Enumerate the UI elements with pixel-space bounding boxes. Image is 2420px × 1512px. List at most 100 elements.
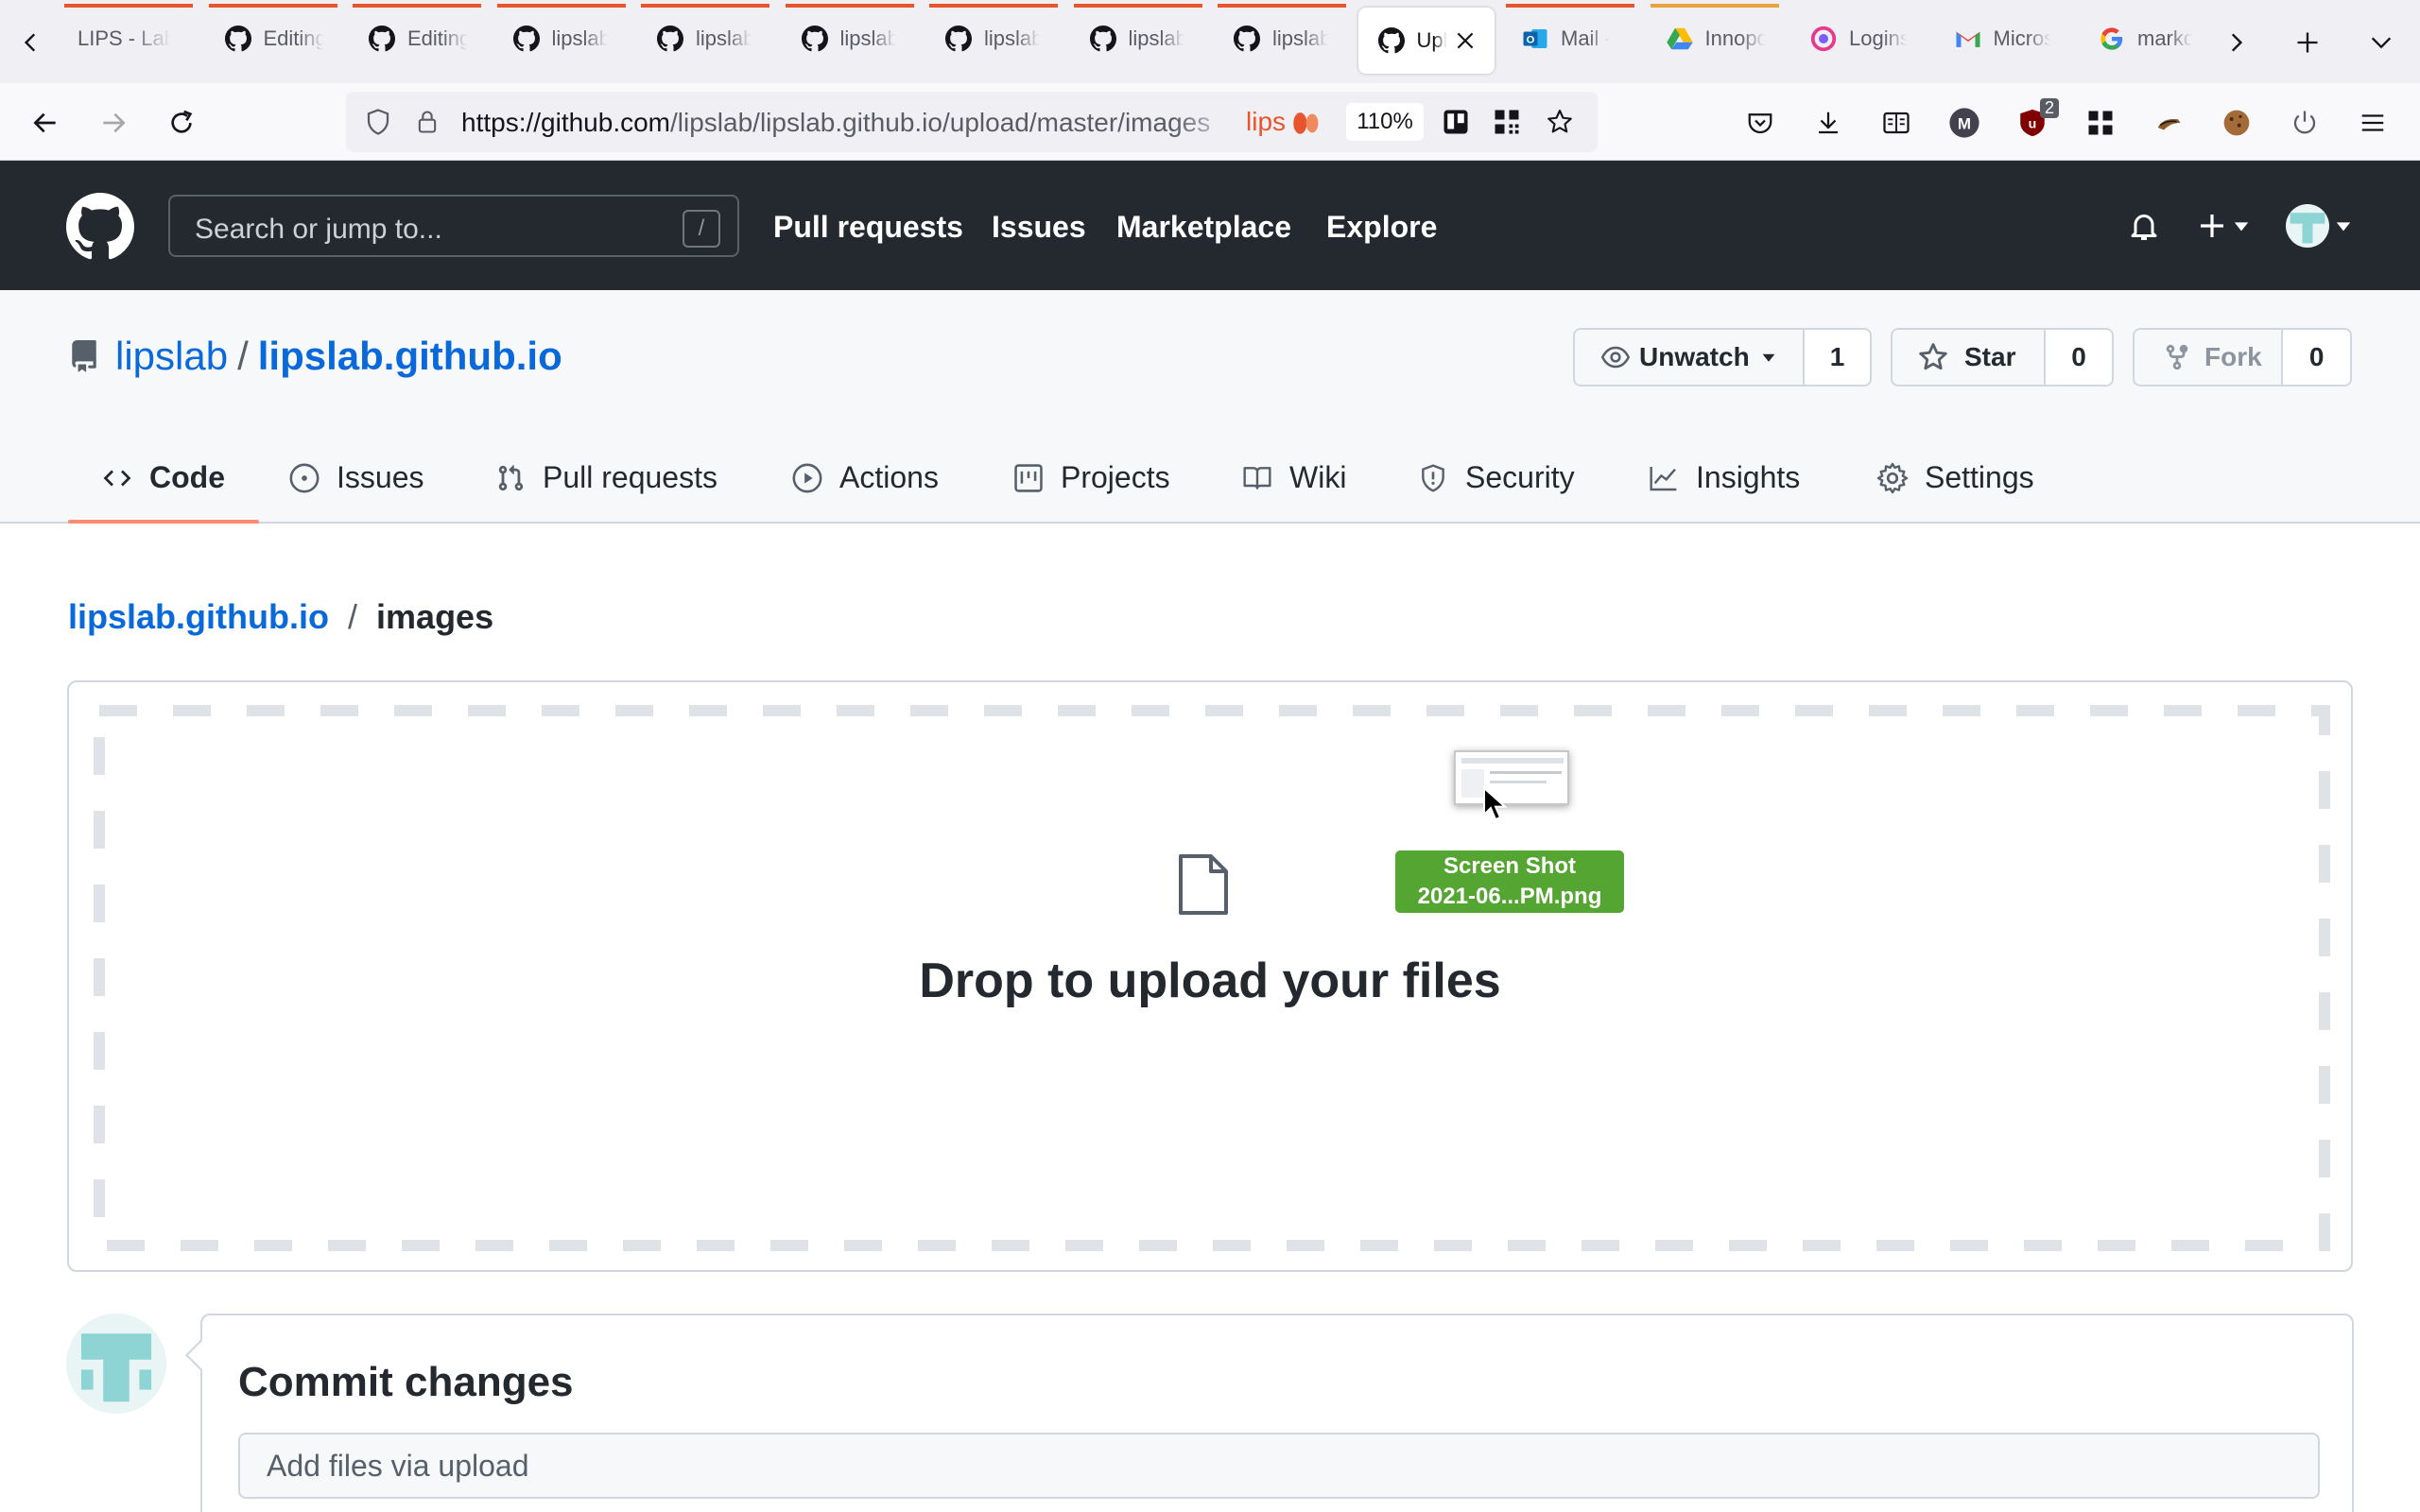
user-menu-dropdown[interactable] — [2286, 204, 2352, 248]
unwatch-label: Unwatch — [1639, 342, 1750, 371]
thumbnail-detail — [1461, 758, 1564, 764]
tab-title: lipslab — [1128, 26, 1187, 50]
sidebar-icon — [1883, 112, 1910, 134]
avatar — [66, 1314, 166, 1414]
zoom-level-button[interactable]: 110% — [1346, 103, 1424, 141]
file-icon — [1179, 854, 1228, 915]
hamburger-menu-icon — [2361, 114, 2384, 131]
tab-issues[interactable]: Issues — [287, 432, 424, 524]
qr-code-icon[interactable] — [1490, 105, 1524, 139]
tab-label: Insights — [1696, 460, 1801, 494]
url-text[interactable]: https://github.com/lipslab/lipslab.githu… — [461, 108, 1236, 138]
fork-icon — [2166, 344, 2188, 370]
browser-tab[interactable]: Editing — [205, 4, 341, 74]
reload-button[interactable] — [161, 102, 202, 144]
repository-header: lipslab / lipslab.github.io Unwatch 1 St… — [0, 290, 2420, 524]
bookmark-star-icon[interactable] — [1543, 105, 1577, 139]
reader-view-button[interactable] — [1876, 102, 1917, 144]
notifications-button[interactable] — [2127, 204, 2161, 248]
browser-tab[interactable]: Micros — [1935, 4, 2071, 74]
url-host: https://github.com — [461, 108, 671, 137]
tab-security[interactable]: Security — [1416, 432, 1575, 524]
browser-tab[interactable]: markd — [2079, 4, 2215, 74]
apps-extension-button[interactable] — [2080, 102, 2121, 144]
forks-count[interactable]: 0 — [2281, 330, 2350, 385]
horse-extension-button[interactable] — [2148, 102, 2189, 144]
tab-projects[interactable]: Projects — [1011, 432, 1170, 524]
stargazers-count[interactable]: 0 — [2044, 330, 2112, 385]
create-new-dropdown[interactable] — [2197, 204, 2250, 248]
back-button[interactable] — [25, 102, 66, 144]
pull-request-icon — [493, 461, 527, 495]
browser-tab[interactable]: Logins — [1790, 4, 1927, 74]
gear-icon — [1876, 461, 1910, 495]
bell-icon — [2131, 215, 2157, 240]
tab-pull-requests[interactable]: Pull requests — [493, 432, 717, 524]
drop-zone-message: Drop to upload your files — [919, 954, 1501, 1008]
repo-name-link[interactable]: lipslab.github.io — [258, 334, 562, 379]
lips-extension-button[interactable]: lips — [1246, 103, 1322, 141]
browser-tab[interactable]: Innopo — [1647, 4, 1783, 74]
app-menu-button[interactable] — [2352, 102, 2394, 144]
repo-owner-link[interactable]: lipslab — [115, 334, 228, 379]
pocket-button[interactable] — [1739, 102, 1781, 144]
thumbnail-detail — [1461, 769, 1484, 798]
outlook-favicon-icon: O — [1519, 23, 1551, 55]
account-extension-button[interactable]: M — [1944, 102, 1985, 144]
nav-pull-requests-link[interactable]: Pull requests — [773, 210, 963, 245]
commit-changes-heading: Commit changes — [238, 1359, 574, 1405]
tab-wiki[interactable]: Wiki — [1240, 432, 1346, 524]
list-all-tabs-button[interactable] — [2358, 19, 2405, 66]
star-button[interactable]: Star — [1893, 330, 2044, 385]
browser-nav-bar: https://github.com/lipslab/lipslab.githu… — [0, 83, 2420, 161]
browser-tab[interactable]: lipslab — [782, 4, 918, 74]
nav-issues-link[interactable]: Issues — [992, 210, 1086, 245]
trello-extension-icon[interactable] — [1439, 105, 1473, 139]
plus-icon — [2297, 32, 2318, 53]
file-drop-zone[interactable]: Drop to upload your files — [67, 680, 2353, 1272]
url-bar[interactable]: https://github.com/lipslab/lipslab.githu… — [346, 92, 1598, 152]
cookie-extension-button[interactable] — [2216, 102, 2257, 144]
browser-tab[interactable]: lipslab — [1070, 4, 1206, 74]
drive-favicon-icon — [1664, 23, 1696, 55]
forward-button[interactable] — [93, 102, 134, 144]
breadcrumb-repo-link[interactable]: lipslab.github.io — [68, 597, 329, 636]
breadcrumb: lipslab.github.io / images — [68, 597, 493, 637]
tabs-scroll-right-button[interactable] — [2212, 19, 2259, 66]
lock-icon[interactable] — [410, 105, 444, 139]
tab-insights[interactable]: Insights — [1647, 432, 1800, 524]
tab-code[interactable]: Code — [68, 432, 259, 524]
repository-title: lipslab / lipslab.github.io — [68, 334, 562, 379]
lockwise-favicon-icon — [1807, 23, 1840, 55]
power-extension-button[interactable] — [2284, 102, 2325, 144]
downloads-button[interactable] — [1807, 102, 1849, 144]
browser-tab[interactable]: Editing — [349, 4, 485, 74]
repo-icon — [72, 340, 96, 372]
browser-tab[interactable]: lipslab — [637, 4, 773, 74]
browser-tab[interactable]: lipslab — [925, 4, 1062, 74]
github-search-input[interactable]: Search or jump to... / — [168, 195, 739, 257]
browser-tab[interactable]: lipslab — [493, 4, 630, 74]
ublock-extension-button[interactable]: u 2 — [2012, 98, 2059, 144]
cookie-icon — [2223, 110, 2250, 136]
browser-tab[interactable]: LIPS - Lab — [60, 4, 197, 74]
github-favicon-icon — [942, 23, 975, 55]
tab-actions[interactable]: Actions — [790, 432, 939, 524]
commit-message-input[interactable] — [238, 1433, 2320, 1499]
shield-icon — [1416, 461, 1450, 495]
nav-explore-link[interactable]: Explore — [1326, 210, 1437, 245]
unwatch-button[interactable]: Unwatch — [1575, 330, 1803, 385]
gmail-favicon-icon — [1952, 23, 1984, 55]
nav-marketplace-link[interactable]: Marketplace — [1116, 210, 1291, 245]
new-tab-button[interactable] — [2284, 19, 2331, 66]
github-logo-icon[interactable] — [66, 193, 134, 261]
watchers-count[interactable]: 1 — [1802, 330, 1870, 385]
fork-button[interactable]: Fork — [2135, 330, 2281, 385]
browser-tab[interactable]: Upl — [1357, 8, 1495, 74]
browser-tab[interactable]: O Mail - — [1502, 4, 1638, 74]
browser-tab[interactable]: lipslab — [1214, 4, 1350, 74]
tab-settings[interactable]: Settings — [1876, 432, 2034, 524]
tabs-scroll-left-button[interactable] — [8, 19, 55, 66]
close-tab-icon[interactable] — [1453, 28, 1478, 53]
tracking-shield-icon[interactable] — [361, 105, 395, 139]
